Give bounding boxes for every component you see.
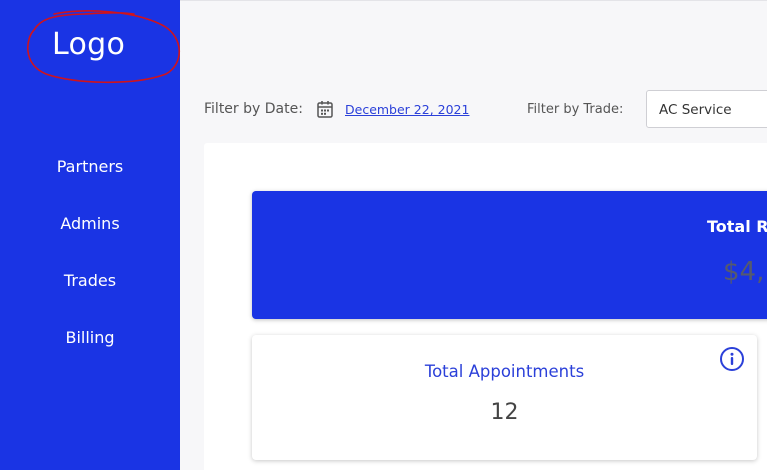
calendar-icon[interactable]: [317, 100, 333, 118]
total-revenue-card: Total R $4,: [252, 191, 767, 319]
sidebar-item-trades[interactable]: Trades: [0, 264, 180, 321]
filter-bar: Filter by Date: December 22, 2021 Filter…: [180, 88, 767, 130]
trade-select[interactable]: AC Service: [646, 90, 767, 128]
total-appointments-card: Total Appointments 12: [252, 335, 757, 460]
total-appointments-value: 12: [490, 400, 519, 425]
filter-trade-label: Filter by Trade:: [527, 102, 624, 117]
logo-text: Logo: [52, 27, 126, 62]
total-revenue-title: Total R: [707, 217, 767, 236]
sidebar-item-billing[interactable]: Billing: [0, 321, 180, 378]
total-revenue-value: $4,: [723, 257, 765, 287]
total-appointments-title: Total Appointments: [424, 362, 585, 381]
header-divider: [180, 0, 767, 1]
sidebar: Logo Partners Admins Trades Billing: [0, 0, 180, 470]
logo[interactable]: Logo: [24, 8, 182, 84]
filter-date-label: Filter by Date:: [204, 101, 303, 117]
dashboard-panel: Total R $4, Total Appointments 12: [204, 143, 767, 470]
sidebar-nav: Partners Admins Trades Billing: [0, 150, 180, 378]
sidebar-item-admins[interactable]: Admins: [0, 207, 180, 264]
date-picker-link[interactable]: December 22, 2021: [345, 102, 469, 117]
info-icon[interactable]: [719, 346, 745, 372]
sidebar-item-partners[interactable]: Partners: [0, 150, 180, 207]
